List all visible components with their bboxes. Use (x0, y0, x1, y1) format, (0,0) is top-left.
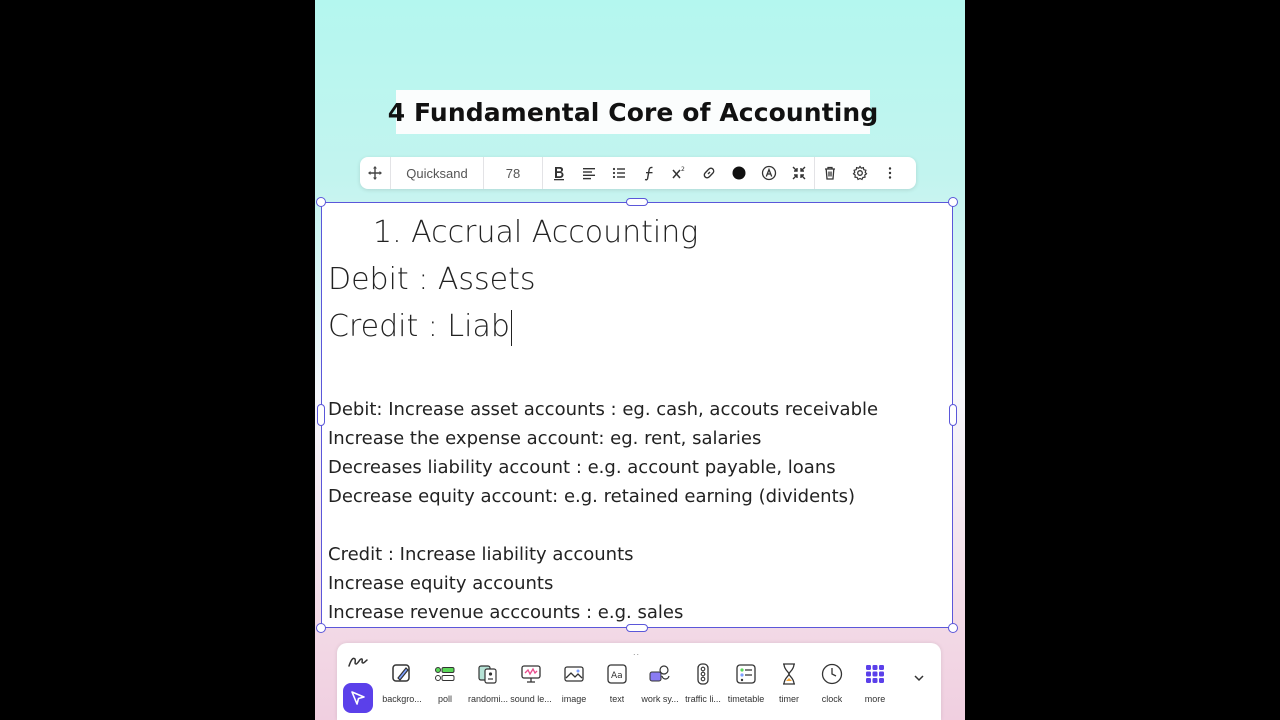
dock-item-timer[interactable]: timer (767, 661, 811, 716)
text-caret (510, 309, 513, 346)
randomizer-icon (478, 665, 497, 684)
dock-label: more (864, 694, 886, 704)
background-icon (392, 664, 410, 682)
text-block[interactable]: 1. Accrual Accounting Debit : Assets Cre… (321, 202, 953, 628)
text-format-toolbar: Quicksand 78 2 (360, 157, 916, 189)
dock-label: timetable (727, 694, 765, 704)
debit-line: Decreases liability account : e.g. accou… (328, 457, 836, 478)
dock-item-traffic-light[interactable]: traffic li... (681, 661, 725, 716)
timetable-icon (736, 664, 756, 684)
dock-label: text (609, 694, 625, 704)
font-family-select[interactable]: Quicksand (391, 157, 483, 189)
link-icon[interactable] (694, 157, 724, 189)
delete-icon[interactable] (815, 157, 845, 189)
resize-handle-bottom-left[interactable] (316, 623, 326, 633)
debit-line: Decrease equity account: e.g. retained e… (328, 486, 856, 507)
resize-handle-right[interactable] (949, 404, 957, 426)
resize-handle-left[interactable] (317, 404, 325, 426)
dock-item-poll[interactable]: poll (423, 661, 467, 716)
content-line-credit[interactable]: Credit : Liab (328, 309, 513, 346)
image-icon (564, 666, 584, 682)
title-text-box[interactable]: 4 Fundamental Core of Accounting (388, 90, 878, 134)
dock-label: traffic li... (685, 694, 721, 704)
dock-item-sound-level[interactable]: sound le... (509, 661, 553, 716)
clock-icon (821, 663, 843, 685)
dock-label: sound le... (510, 694, 552, 704)
highlight-icon[interactable] (754, 157, 784, 189)
whiteboard-canvas[interactable]: 4 Fundamental Core of Accounting Quicksa… (315, 0, 965, 720)
cursor-icon (351, 691, 365, 705)
content-heading: 1. Accrual Accounting (373, 215, 699, 250)
align-icon[interactable] (574, 157, 604, 189)
more-grid-icon (866, 665, 884, 683)
dock-item-clock[interactable]: clock (810, 661, 854, 716)
svg-text:2: 2 (681, 166, 685, 173)
dock-item-text[interactable]: Aa text (595, 661, 639, 716)
dock-item-more[interactable]: more (853, 661, 897, 716)
resize-handle-top-right[interactable] (948, 197, 958, 207)
credit-line: Credit : Increase liability accounts (328, 544, 634, 565)
widget-dock: .. backgro... poll randomi... sound le..… (337, 643, 941, 720)
chevron-down-icon[interactable] (912, 671, 926, 685)
dock-label: poll (437, 694, 452, 704)
move-icon[interactable] (360, 157, 390, 189)
dock-item-timetable[interactable]: timetable (724, 661, 768, 716)
font-size-input[interactable]: 78 (484, 157, 542, 189)
sound-level-icon (521, 665, 541, 683)
dock-label: randomi... (467, 694, 509, 704)
timer-icon (783, 663, 795, 685)
resize-handle-bottom-right[interactable] (948, 623, 958, 633)
bold-icon[interactable] (544, 157, 574, 189)
dock-label: backgro... (382, 694, 422, 704)
settings-icon[interactable] (845, 157, 875, 189)
dock-grip[interactable]: .. (633, 648, 640, 657)
debit-line: Debit: Increase asset accounts : eg. cas… (328, 399, 879, 420)
poll-icon (435, 667, 455, 681)
pen-icon[interactable] (345, 650, 371, 672)
list-icon[interactable] (604, 157, 634, 189)
superscript-icon[interactable]: 2 (664, 157, 694, 189)
dock-item-randomizer[interactable]: randomi... (466, 661, 510, 716)
dock-label: timer (779, 694, 799, 704)
more-vertical-icon[interactable] (875, 157, 905, 189)
credit-line: Increase equity accounts (328, 573, 554, 594)
color-dot-icon[interactable] (724, 157, 754, 189)
text-icon: Aa (607, 664, 627, 684)
toolbar-divider (542, 157, 543, 189)
work-symbols-icon (649, 665, 670, 682)
svg-text:Aa: Aa (611, 671, 623, 681)
resize-handle-top-left[interactable] (316, 197, 326, 207)
function-icon[interactable] (634, 157, 664, 189)
dock-item-work-symbols[interactable]: work sy... (638, 661, 682, 716)
dock-label: clock (821, 694, 843, 704)
select-tool-button[interactable] (343, 683, 373, 713)
dock-item-background[interactable]: backgro... (380, 661, 424, 716)
page-title: 4 Fundamental Core of Accounting (387, 97, 879, 127)
content-line-credit-text: Credit : Liab (328, 309, 510, 344)
resize-handle-bottom[interactable] (626, 624, 648, 632)
resize-handle-top[interactable] (626, 198, 648, 206)
content-line-debit: Debit : Assets (328, 262, 536, 297)
debit-line: Increase the expense account: eg. rent, … (328, 428, 762, 449)
dock-item-image[interactable]: image (552, 661, 596, 716)
dock-label: image (561, 694, 587, 704)
traffic-light-icon (697, 663, 709, 685)
collapse-icon[interactable] (784, 157, 814, 189)
credit-line: Increase revenue acccounts : e.g. sales (328, 602, 684, 623)
dock-label: work sy... (641, 694, 679, 704)
